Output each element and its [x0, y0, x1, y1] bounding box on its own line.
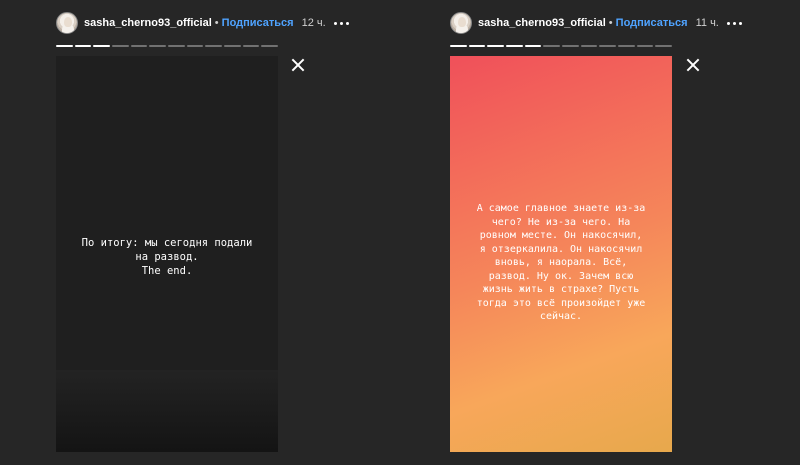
story-progress-bar: [56, 45, 279, 47]
caption-line: вновь, я наорала. Всё,: [494, 257, 628, 268]
progress-segment: [93, 45, 111, 47]
progress-segment: [655, 45, 673, 47]
progress-segment: [149, 45, 167, 47]
story-progress-bar: [450, 45, 673, 47]
caption-line: ровном месте. Он накосячил,: [479, 230, 643, 241]
progress-segment: [224, 45, 241, 47]
story-caption: По итогу: мы сегодня подали на развод. T…: [64, 236, 270, 278]
progress-segment: [186, 45, 204, 47]
separator-dot: •: [214, 17, 219, 29]
progress-segment: [599, 45, 617, 47]
progress-segment: [468, 45, 486, 47]
caption-line: The end.: [141, 265, 193, 277]
progress-segment: [130, 45, 148, 47]
video-thumbnail-area: [56, 370, 278, 452]
follow-button[interactable]: Подписаться: [616, 17, 688, 29]
post-time: 12 ч.: [301, 17, 326, 29]
story-header: sasha_cherno93_official • Подписаться 12…: [56, 12, 349, 34]
progress-segment: [112, 45, 129, 47]
caption-line: я отзеркалила. Он накосячил: [479, 243, 643, 255]
post-time: 11 ч.: [695, 17, 719, 29]
story-caption: А самое главное знаете из-за чего? Не из…: [458, 202, 664, 324]
progress-segment: [543, 45, 561, 47]
username-link[interactable]: sasha_cherno93_official: [478, 17, 606, 29]
progress-segment: [524, 45, 542, 47]
avatar[interactable]: [56, 12, 78, 34]
caption-line: А самое главное знаете из-за: [476, 203, 646, 214]
caption-line: По итогу: мы сегодня подали: [81, 237, 253, 249]
progress-segment: [450, 45, 467, 47]
progress-segment: [242, 45, 260, 47]
more-options-icon[interactable]: [333, 21, 349, 25]
close-icon[interactable]: [291, 58, 305, 72]
progress-segment: [506, 45, 523, 47]
avatar[interactable]: [450, 12, 472, 34]
more-options-icon[interactable]: [726, 21, 742, 25]
progress-segment: [261, 45, 279, 47]
caption-line: сейчас.: [539, 311, 583, 322]
username-link[interactable]: sasha_cherno93_official: [84, 17, 212, 29]
story-content-left[interactable]: По итогу: мы сегодня подали на развод. T…: [56, 56, 278, 452]
caption-line: развод. Ну ок. Зачем всю: [488, 270, 634, 282]
progress-segment: [56, 45, 73, 47]
separator-dot: •: [608, 17, 613, 29]
progress-segment: [487, 45, 505, 47]
caption-line: чего? Не из-за чего. На: [491, 216, 631, 228]
progress-segment: [618, 45, 635, 47]
caption-line: на развод.: [135, 251, 199, 263]
progress-segment: [205, 45, 223, 47]
follow-button[interactable]: Подписаться: [222, 17, 294, 29]
progress-segment: [636, 45, 654, 47]
caption-line: жизнь жить в страхе? Пусть: [482, 284, 640, 295]
story-header: sasha_cherno93_official • Подписаться 11…: [450, 12, 742, 34]
close-icon[interactable]: [686, 58, 700, 72]
caption-line: тогда это всё произойдет уже: [476, 297, 646, 309]
progress-segment: [580, 45, 598, 47]
progress-segment: [168, 45, 185, 47]
progress-segment: [562, 45, 579, 47]
story-content-right[interactable]: А самое главное знаете из-за чего? Не из…: [450, 56, 672, 452]
progress-segment: [74, 45, 92, 47]
